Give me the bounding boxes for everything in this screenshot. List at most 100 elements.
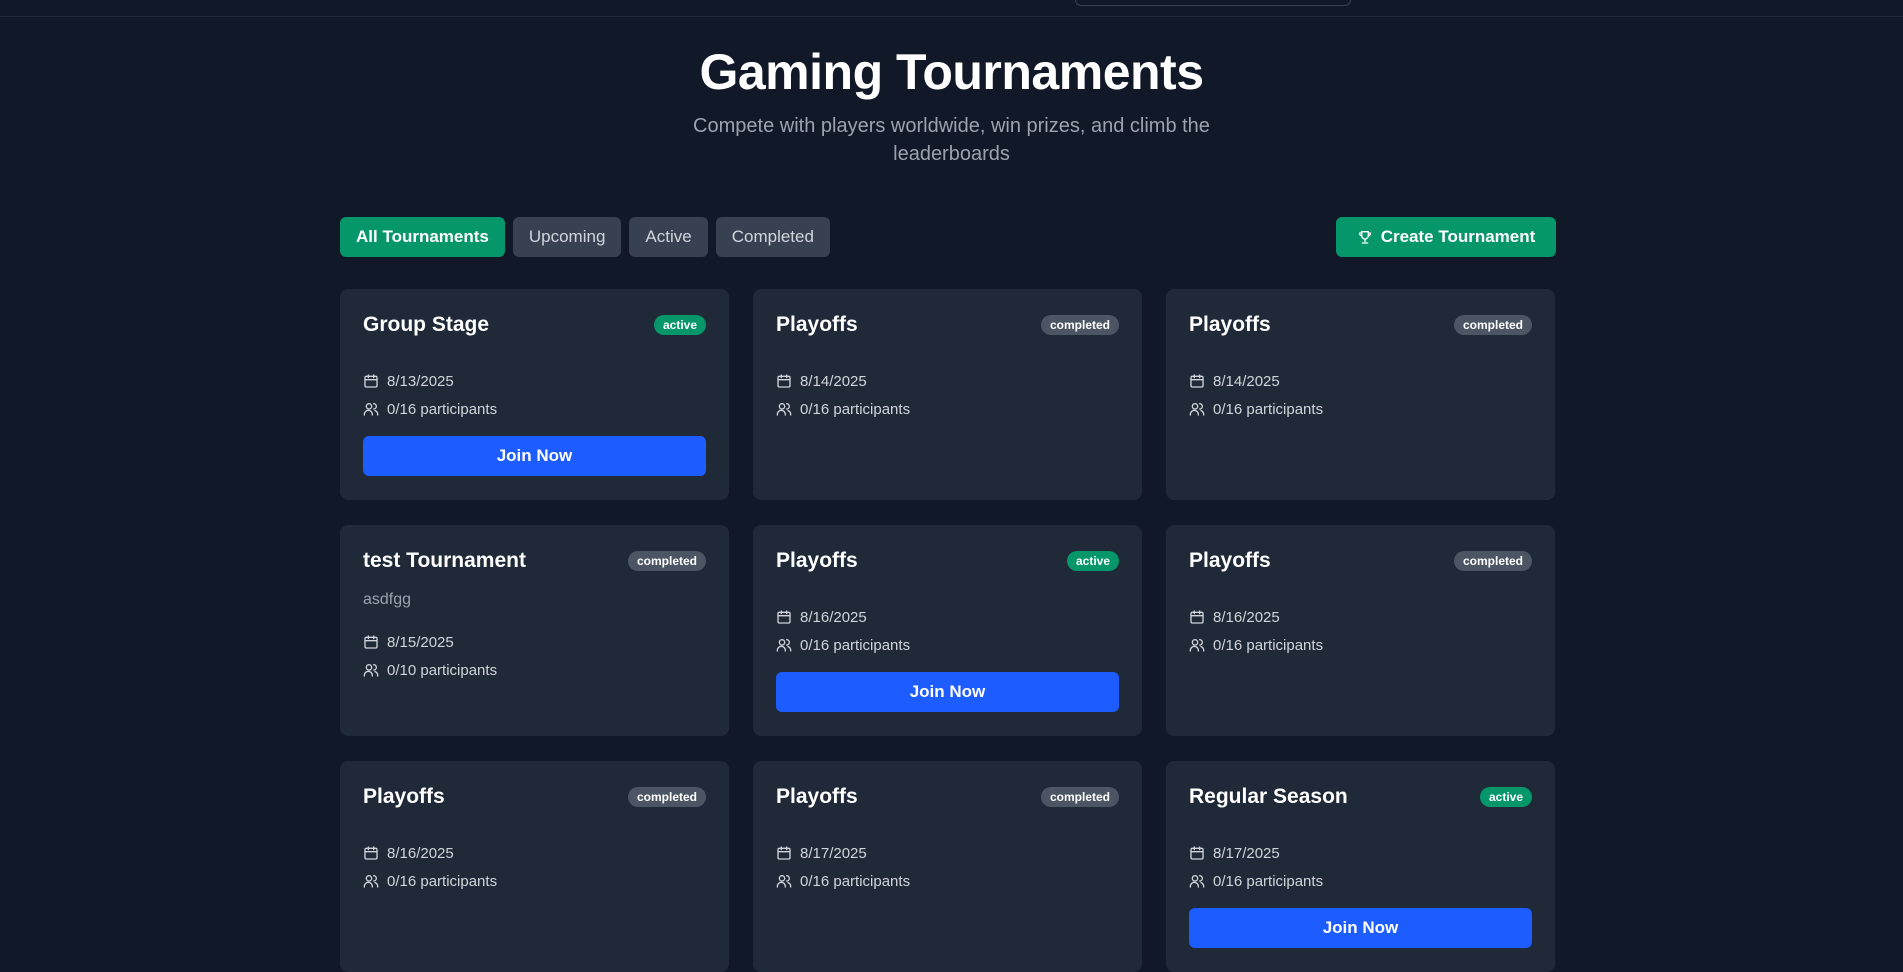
tournament-date: 8/17/2025 <box>1189 839 1532 867</box>
date-text: 8/15/2025 <box>387 633 454 651</box>
tournament-title: Playoffs <box>776 549 858 572</box>
card-header: Playoffs completed <box>1189 313 1532 337</box>
calendar-icon <box>776 609 792 625</box>
tournament-card[interactable]: test Tournament completed asdfgg 8/15/2025 0… <box>340 525 729 736</box>
tournament-title: Playoffs <box>776 313 858 336</box>
tournament-card[interactable]: Playoffs completed 8/16/2025 0/16 participa… <box>340 761 729 972</box>
calendar-icon <box>363 373 379 389</box>
tournament-participants: 0/16 participants <box>776 631 1119 659</box>
tournament-participants: 0/16 participants <box>363 867 706 895</box>
status-badge: completed <box>1040 787 1119 807</box>
card-header: Playoffs completed <box>363 785 706 809</box>
join-now-button[interactable]: Join Now <box>776 672 1119 712</box>
users-icon <box>363 873 379 889</box>
tournament-card[interactable]: Playoffs completed 8/14/2025 0/16 participa… <box>1166 289 1555 500</box>
participants-text: 0/16 participants <box>800 636 911 654</box>
status-badge: active <box>1479 787 1532 807</box>
tournament-card[interactable]: Playoffs completed 8/16/2025 0/16 participa… <box>1166 525 1555 736</box>
date-text: 8/13/2025 <box>387 372 454 390</box>
filter-all-tournaments[interactable]: All Tournaments <box>340 217 505 257</box>
tournament-participants: 0/16 participants <box>776 395 1119 423</box>
filter-active[interactable]: Active <box>629 217 708 257</box>
card-header: test Tournament completed <box>363 549 706 573</box>
users-icon <box>363 401 379 417</box>
tournament-title: Playoffs <box>776 785 858 808</box>
date-text: 8/14/2025 <box>800 372 867 390</box>
participants-text: 0/16 participants <box>800 400 911 418</box>
participants-text: 0/16 participants <box>800 872 911 890</box>
tournament-participants: 0/16 participants <box>1189 867 1532 895</box>
date-text: 8/16/2025 <box>800 608 867 626</box>
date-text: 8/17/2025 <box>800 844 867 862</box>
card-header: Playoffs completed <box>776 313 1119 337</box>
status-badge: completed <box>1453 551 1532 571</box>
users-icon <box>1189 873 1205 889</box>
tournament-card[interactable]: Playoffs completed 8/14/2025 0/16 participa… <box>753 289 1142 500</box>
users-icon <box>1189 637 1205 653</box>
tournament-card[interactable]: Group Stage active 8/13/2025 0/16 participa… <box>340 289 729 500</box>
participants-text: 0/16 participants <box>1213 872 1324 890</box>
tournament-date: 8/16/2025 <box>776 603 1119 631</box>
search-input[interactable] <box>1075 0 1351 6</box>
card-header: Playoffs completed <box>776 785 1119 809</box>
tournament-participants: 0/16 participants <box>363 395 706 423</box>
participants-text: 0/16 participants <box>387 400 498 418</box>
tournament-grid: Group Stage active 8/13/2025 0/16 participa… <box>340 289 1556 972</box>
participants-text: 0/16 participants <box>1213 636 1324 654</box>
tournament-title: Playoffs <box>1189 549 1271 572</box>
tournament-participants: 0/16 participants <box>1189 395 1532 423</box>
tournament-title: Group Stage <box>363 313 490 336</box>
users-icon <box>776 401 792 417</box>
join-now-button[interactable]: Join Now <box>363 436 706 476</box>
tournament-date: 8/16/2025 <box>363 839 706 867</box>
calendar-icon <box>1189 373 1205 389</box>
users-icon <box>363 662 379 678</box>
tournament-title: Regular Season <box>1189 785 1348 808</box>
hero: Gaming Tournaments Compete with players … <box>0 44 1903 168</box>
tournament-date: 8/16/2025 <box>1189 603 1532 631</box>
status-badge: completed <box>627 551 706 571</box>
status-badge: active <box>653 315 706 335</box>
tournament-card[interactable]: Playoffs completed 8/17/2025 0/16 participa… <box>753 761 1142 972</box>
tournament-participants: 0/16 participants <box>1189 631 1532 659</box>
status-badge: completed <box>1040 315 1119 335</box>
participants-text: 0/16 participants <box>387 872 498 890</box>
status-badge: active <box>1066 551 1119 571</box>
tournament-card[interactable]: Regular Season active 8/17/2025 0/16 partic… <box>1166 761 1555 972</box>
calendar-icon <box>776 373 792 389</box>
participants-text: 0/16 participants <box>1213 400 1324 418</box>
card-header: Regular Season active <box>1189 785 1532 809</box>
tournament-participants: 0/16 participants <box>776 867 1119 895</box>
card-header: Group Stage active <box>363 313 706 337</box>
users-icon <box>1189 401 1205 417</box>
tournament-date: 8/14/2025 <box>776 367 1119 395</box>
status-badge: completed <box>1453 315 1532 335</box>
create-tournament-button[interactable]: Create Tournament <box>1336 217 1556 257</box>
status-badge: completed <box>627 787 706 807</box>
tournament-title: test Tournament <box>363 549 526 572</box>
trophy-icon <box>1358 231 1371 244</box>
calendar-icon <box>1189 845 1205 861</box>
tournament-date: 8/15/2025 <box>363 628 706 656</box>
join-now-button[interactable]: Join Now <box>1189 908 1532 948</box>
date-text: 8/14/2025 <box>1213 372 1280 390</box>
users-icon <box>776 873 792 889</box>
date-text: 8/16/2025 <box>387 844 454 862</box>
create-tournament-label: Create Tournament <box>1380 227 1536 246</box>
users-icon <box>776 637 792 653</box>
top-navbar <box>0 0 1903 17</box>
filter-completed[interactable]: Completed <box>715 217 830 257</box>
tournament-title: Playoffs <box>363 785 445 808</box>
page-title: Gaming Tournaments <box>699 44 1204 100</box>
page-subtitle: Compete with players worldwide, win priz… <box>693 115 1210 165</box>
calendar-icon <box>363 634 379 650</box>
filter-tabs: All Tournaments Upcoming Active Complete… <box>340 217 830 257</box>
tournament-date: 8/13/2025 <box>363 367 706 395</box>
tournament-participants: 0/10 participants <box>363 656 706 684</box>
tournament-card[interactable]: Playoffs active 8/16/2025 0/16 participants… <box>753 525 1142 736</box>
calendar-icon <box>776 845 792 861</box>
filter-upcoming[interactable]: Upcoming <box>512 217 622 257</box>
date-text: 8/16/2025 <box>1213 608 1280 626</box>
tournament-description: asdfgg <box>363 591 412 608</box>
calendar-icon <box>363 845 379 861</box>
